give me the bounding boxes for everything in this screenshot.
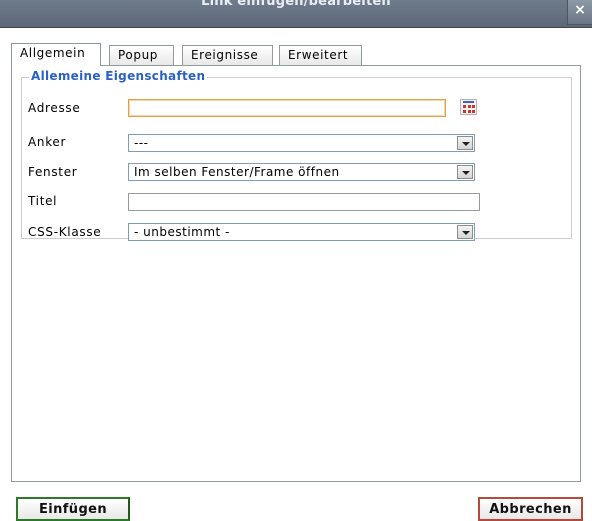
window-target-value: Im selben Fenster/Frame öffnen	[134, 165, 340, 179]
cancel-button[interactable]: Abbrechen	[478, 497, 583, 521]
css-class-select[interactable]: - unbestimmt -	[128, 223, 475, 241]
address-input[interactable]	[128, 99, 446, 117]
anchor-label: Anker	[28, 135, 67, 149]
close-icon: ×	[574, 2, 586, 18]
css-class-label: CSS-Klasse	[28, 225, 102, 239]
chevron-down-icon[interactable]	[457, 165, 473, 179]
title-input[interactable]	[128, 193, 480, 211]
fieldset-legend: Allemeine Eigenschaften	[29, 69, 208, 83]
anchor-select[interactable]: ---	[128, 134, 475, 152]
insert-button[interactable]: Einfügen	[16, 497, 130, 521]
tab-panel-general: Allemeine Eigenschaften	[11, 65, 581, 482]
tab-advanced[interactable]: Erweitert	[279, 45, 362, 65]
file-browser-icon[interactable]	[460, 99, 477, 115]
tab-events[interactable]: Ereignisse	[182, 45, 273, 65]
tab-general[interactable]: Allgemein	[11, 43, 101, 66]
dialog-titlebar[interactable]: Link einfügen/bearbeiten ×	[0, 0, 592, 28]
window-label: Fenster	[28, 165, 78, 179]
chevron-down-icon[interactable]	[457, 136, 473, 150]
window-target-select[interactable]: Im selben Fenster/Frame öffnen	[128, 163, 475, 181]
css-class-value: - unbestimmt -	[134, 225, 230, 239]
chevron-down-icon[interactable]	[457, 225, 473, 239]
title-label: Titel	[28, 194, 58, 208]
anchor-select-value: ---	[134, 136, 149, 150]
close-button[interactable]: ×	[567, 0, 592, 25]
address-label: Adresse	[28, 101, 81, 115]
tab-popup[interactable]: Popup	[109, 45, 174, 65]
dialog-title: Link einfügen/bearbeiten	[201, 0, 391, 9]
